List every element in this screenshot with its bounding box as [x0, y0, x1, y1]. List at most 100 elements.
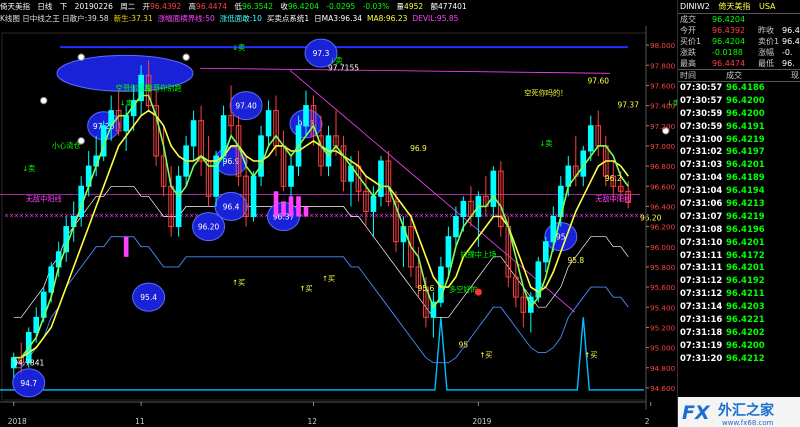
candle-body: [542, 241, 549, 263]
high-label: 高: [188, 2, 197, 11]
tick-price: 96.4212: [726, 353, 765, 364]
tick-time: 07:31:04: [680, 186, 723, 197]
tick-row[interactable]: 07:31:11 96.4201: [678, 262, 800, 275]
chart-annotation: ↑买: [322, 274, 335, 283]
tick-time: 07:31:02: [680, 147, 723, 158]
y-tick-label: 95.000: [650, 344, 676, 353]
candlestick-chart[interactable]: × × × × × × × × × × × × × × × × × × × × × × × × × × × × × × × × × × × × × × × ×…: [0, 0, 677, 427]
tick-table[interactable]: 07:30:57 96.4186 07:30:57 96.4200 07:30:59 96…: [678, 82, 800, 366]
volume-label: 量: [396, 2, 405, 11]
price-label: 95: [459, 341, 469, 350]
y-tick-label: 96.000: [650, 243, 676, 252]
quote-value: 96.4204: [712, 15, 746, 24]
price-label: 96.9: [410, 144, 427, 153]
candle-body: [33, 316, 40, 333]
quote-label: 涨跌: [680, 48, 696, 57]
tick-time: 07:31:16: [680, 315, 723, 326]
candle-body: [445, 236, 452, 268]
quote-label: 买价1: [680, 37, 702, 46]
quote-panel: DINIW2 倚天美指 USA 成交 96.4204 今开 96.4392 昨收 96.4…: [677, 0, 800, 427]
bar-weekday: 周二: [120, 2, 136, 11]
tick-row[interactable]: 07:31:16 96.4221: [678, 314, 800, 327]
low-number: 96.3542: [241, 2, 273, 11]
quote-label: 涨幅: [758, 48, 774, 57]
y-tick-label: 97.200: [650, 122, 676, 131]
y-tick-label: 97.600: [650, 81, 676, 90]
amount-label: 额: [430, 2, 439, 11]
tick-row[interactable]: 07:31:19 96.4200: [678, 340, 800, 353]
price-label: 96.2: [605, 174, 622, 183]
candle-body: [303, 105, 309, 127]
tick-row[interactable]: 07:30:59 96.4200: [678, 108, 800, 121]
x-tick-label: 2018: [8, 417, 27, 426]
y-tick-label: 95.800: [650, 263, 676, 272]
quote-value: 96.4474: [712, 59, 746, 68]
tick-price: 96.4189: [726, 173, 765, 184]
y-tick-label: 95.400: [650, 303, 676, 312]
candle-body: [453, 216, 459, 238]
tick-row[interactable]: 07:31:11 96.4172: [678, 250, 800, 263]
tick-row[interactable]: 07:31:03 96.4201: [678, 159, 800, 172]
tick-price: 96.4221: [726, 315, 765, 326]
candle-body: [123, 115, 129, 132]
close-number: 96.4204: [287, 2, 319, 11]
tick-row[interactable]: 07:31:07 96.4219: [678, 211, 800, 224]
candle-body: [370, 195, 377, 212]
y-tick-label: 96.800: [650, 162, 676, 171]
circle-label: 96.9: [223, 157, 240, 166]
tick-price: 96.4196: [726, 224, 765, 235]
y-tick-label: 94.600: [650, 384, 676, 393]
tick-row[interactable]: 07:31:06 96.4213: [678, 198, 800, 211]
tick-row[interactable]: 07:31:12 96.4211: [678, 288, 800, 301]
tick-time: 07:30:57: [680, 95, 723, 106]
indicator-6: MA8:96.23: [367, 14, 408, 23]
period[interactable]: 日线: [37, 2, 52, 11]
tick-time: 07:31:12: [680, 276, 723, 287]
tick-time: 07:31:07: [680, 211, 723, 222]
tick-row[interactable]: 07:30:59 96.4191: [678, 121, 800, 134]
tick-row[interactable]: 07:31:10 96.4201: [678, 237, 800, 250]
signal-bar: [303, 206, 309, 217]
candle-body: [378, 160, 384, 197]
low-value: 低96.3542: [234, 2, 278, 11]
price-label: 94.7841: [13, 359, 44, 368]
tick-row[interactable]: 07:31:00 96.4219: [678, 134, 800, 147]
chart-annotation: 抗撞中上场: [460, 250, 496, 259]
tick-time: 07:31:10: [680, 237, 723, 248]
candle-body: [265, 110, 272, 137]
tick-price: 96.4200: [726, 340, 765, 351]
quote-row: 涨跌 -0.0188 涨幅 -0.: [678, 47, 800, 58]
tick-row[interactable]: 07:30:57 96.4200: [678, 95, 800, 108]
watermark-fx: FX: [682, 402, 711, 424]
tick-row[interactable]: 07:31:14 96.4203: [678, 301, 800, 314]
signal-bar: [123, 236, 129, 257]
y-tick-label: 98.000: [650, 41, 676, 50]
y-tick-label: 95.200: [650, 323, 676, 332]
quote-label: 昨收: [758, 26, 774, 35]
tick-time: 07:31:04: [680, 173, 723, 184]
candle-body: [190, 120, 197, 147]
tick-row[interactable]: 07:31:18 96.4202: [678, 327, 800, 340]
chart-annotation: ↓卖: [539, 139, 552, 148]
chart-annotation: ↓卖: [120, 99, 133, 108]
tick-price: 96.4201: [726, 237, 765, 248]
quote-value: -0.0188: [712, 48, 743, 57]
red-dot-marker: [474, 288, 482, 296]
volume-value: 量4952: [397, 2, 429, 11]
chart-annotation: ↑买: [584, 351, 597, 360]
direction: 下: [59, 2, 68, 11]
tick-row[interactable]: 07:30:57 96.4186: [678, 82, 800, 95]
tick-row[interactable]: 07:31:12 96.4192: [678, 275, 800, 288]
circle-label: 96.4: [223, 202, 240, 211]
close-label: 收: [280, 2, 288, 11]
close-value: 收96.4204: [280, 2, 324, 11]
y-tick-label: 97.400: [650, 102, 676, 111]
y-tick-label: 96.400: [650, 202, 676, 211]
quote-label: 最低: [758, 59, 774, 68]
tick-row[interactable]: 07:31:08 96.4196: [678, 224, 800, 237]
tick-row[interactable]: 07:31:04 96.4194: [678, 185, 800, 198]
tick-row[interactable]: 07:31:02 96.4197: [678, 146, 800, 159]
tick-row[interactable]: 07:31:04 96.4189: [678, 172, 800, 185]
chart-annotation: 空哥你别跑: [146, 83, 182, 92]
tick-row[interactable]: 07:31:20 96.4212: [678, 353, 800, 366]
